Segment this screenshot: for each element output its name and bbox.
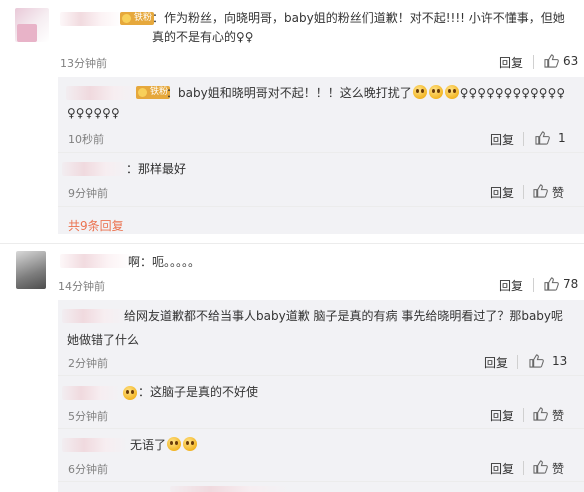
reply-button[interactable]: 回复 <box>490 460 514 477</box>
comment-text: ：呃。。。。。 <box>140 255 201 269</box>
divider <box>58 206 584 207</box>
reply-text: 无语了 <box>130 436 198 455</box>
comment-time: 13分钟前 <box>60 57 107 70</box>
divider <box>58 375 584 376</box>
fan-badge: 铁粉 <box>136 86 171 99</box>
reply-text-continued: ♀♀♀♀♀♀ <box>67 106 120 120</box>
divider <box>58 152 584 153</box>
reply-text: 给网友道歉都不给当事人baby道歉 脑子是真的有病 事先给晓明看过了？那baby… <box>124 309 564 323</box>
reply-time: 5分钟前 <box>68 410 108 423</box>
username-blurred[interactable] <box>62 309 126 323</box>
cry-emoji-icon <box>412 85 427 99</box>
username-blurred[interactable] <box>62 162 128 176</box>
thumbs-up-icon[interactable] <box>533 184 548 198</box>
reply-text: ：baby姐和晓明哥对不起！！！这么晚打扰了 ♀♀♀♀♀♀♀♀♀♀♀♀ <box>166 85 566 100</box>
face-emoji-icon <box>123 386 137 400</box>
thumbs-up-icon[interactable] <box>535 131 550 145</box>
fan-badge: 铁粉 <box>120 12 155 25</box>
reply-time: 10秒前 <box>68 133 104 146</box>
face-emoji-icon <box>183 437 198 451</box>
view-more-replies-link[interactable]: 共9条回复 <box>68 217 124 234</box>
next-reply-partial <box>170 486 290 492</box>
username-blurred[interactable] <box>60 254 132 268</box>
comment-username-tail[interactable]: 啊 <box>128 253 140 272</box>
cry-emoji-icon <box>428 85 443 99</box>
like-button-label[interactable]: 赞 <box>552 460 564 477</box>
username-blurred[interactable] <box>62 438 128 452</box>
action-divider <box>517 355 518 369</box>
comment-text: ：作为粉丝，向晓明哥，baby姐的粉丝们道歉！对不起!!!! 小许不懂事，但她真… <box>152 11 565 44</box>
reply-button[interactable]: 回复 <box>490 407 514 424</box>
reply-text-continued: 她做错了什么 <box>67 333 140 347</box>
like-button-label[interactable]: 赞 <box>552 184 564 201</box>
thumbs-up-icon[interactable] <box>533 407 548 421</box>
reply-text: ：那样最好 <box>126 162 187 176</box>
reply-time: 2分钟前 <box>68 357 108 370</box>
username-blurred[interactable] <box>62 386 120 400</box>
reply-time: 9分钟前 <box>68 187 108 200</box>
like-count: 63 <box>563 54 579 68</box>
face-emoji-icon <box>167 437 182 451</box>
thumbs-up-icon[interactable] <box>533 460 548 474</box>
action-divider <box>533 55 534 69</box>
comment-divider <box>0 243 584 244</box>
username-blurred[interactable] <box>66 86 138 100</box>
comment-time: 14分钟前 <box>58 280 105 293</box>
action-divider <box>523 408 524 422</box>
action-divider <box>533 278 534 292</box>
like-count: 13 <box>552 354 568 368</box>
reply-button[interactable]: 回复 <box>490 131 514 148</box>
action-divider <box>523 461 524 475</box>
divider <box>58 428 584 429</box>
reply-text: ：这脑子是真的不好使 <box>138 385 259 399</box>
action-divider <box>523 132 524 146</box>
like-count: 78 <box>563 277 579 291</box>
thumbs-up-icon[interactable] <box>544 54 559 68</box>
reply-time: 6分钟前 <box>68 463 108 476</box>
like-button-label[interactable]: 赞 <box>552 407 564 424</box>
reply-button[interactable]: 回复 <box>484 354 508 371</box>
thumbs-up-icon[interactable] <box>529 354 544 368</box>
username-blurred[interactable] <box>60 12 122 26</box>
reply-button[interactable]: 回复 <box>490 184 514 201</box>
reply-button[interactable]: 回复 <box>499 277 523 294</box>
thumbs-up-icon[interactable] <box>544 277 559 291</box>
avatar[interactable] <box>15 8 49 42</box>
divider <box>58 481 584 482</box>
cry-emoji-icon <box>444 85 459 99</box>
action-divider <box>523 185 524 199</box>
avatar[interactable] <box>16 251 46 289</box>
reply-button[interactable]: 回复 <box>499 54 523 71</box>
like-count: 1 <box>558 131 566 145</box>
